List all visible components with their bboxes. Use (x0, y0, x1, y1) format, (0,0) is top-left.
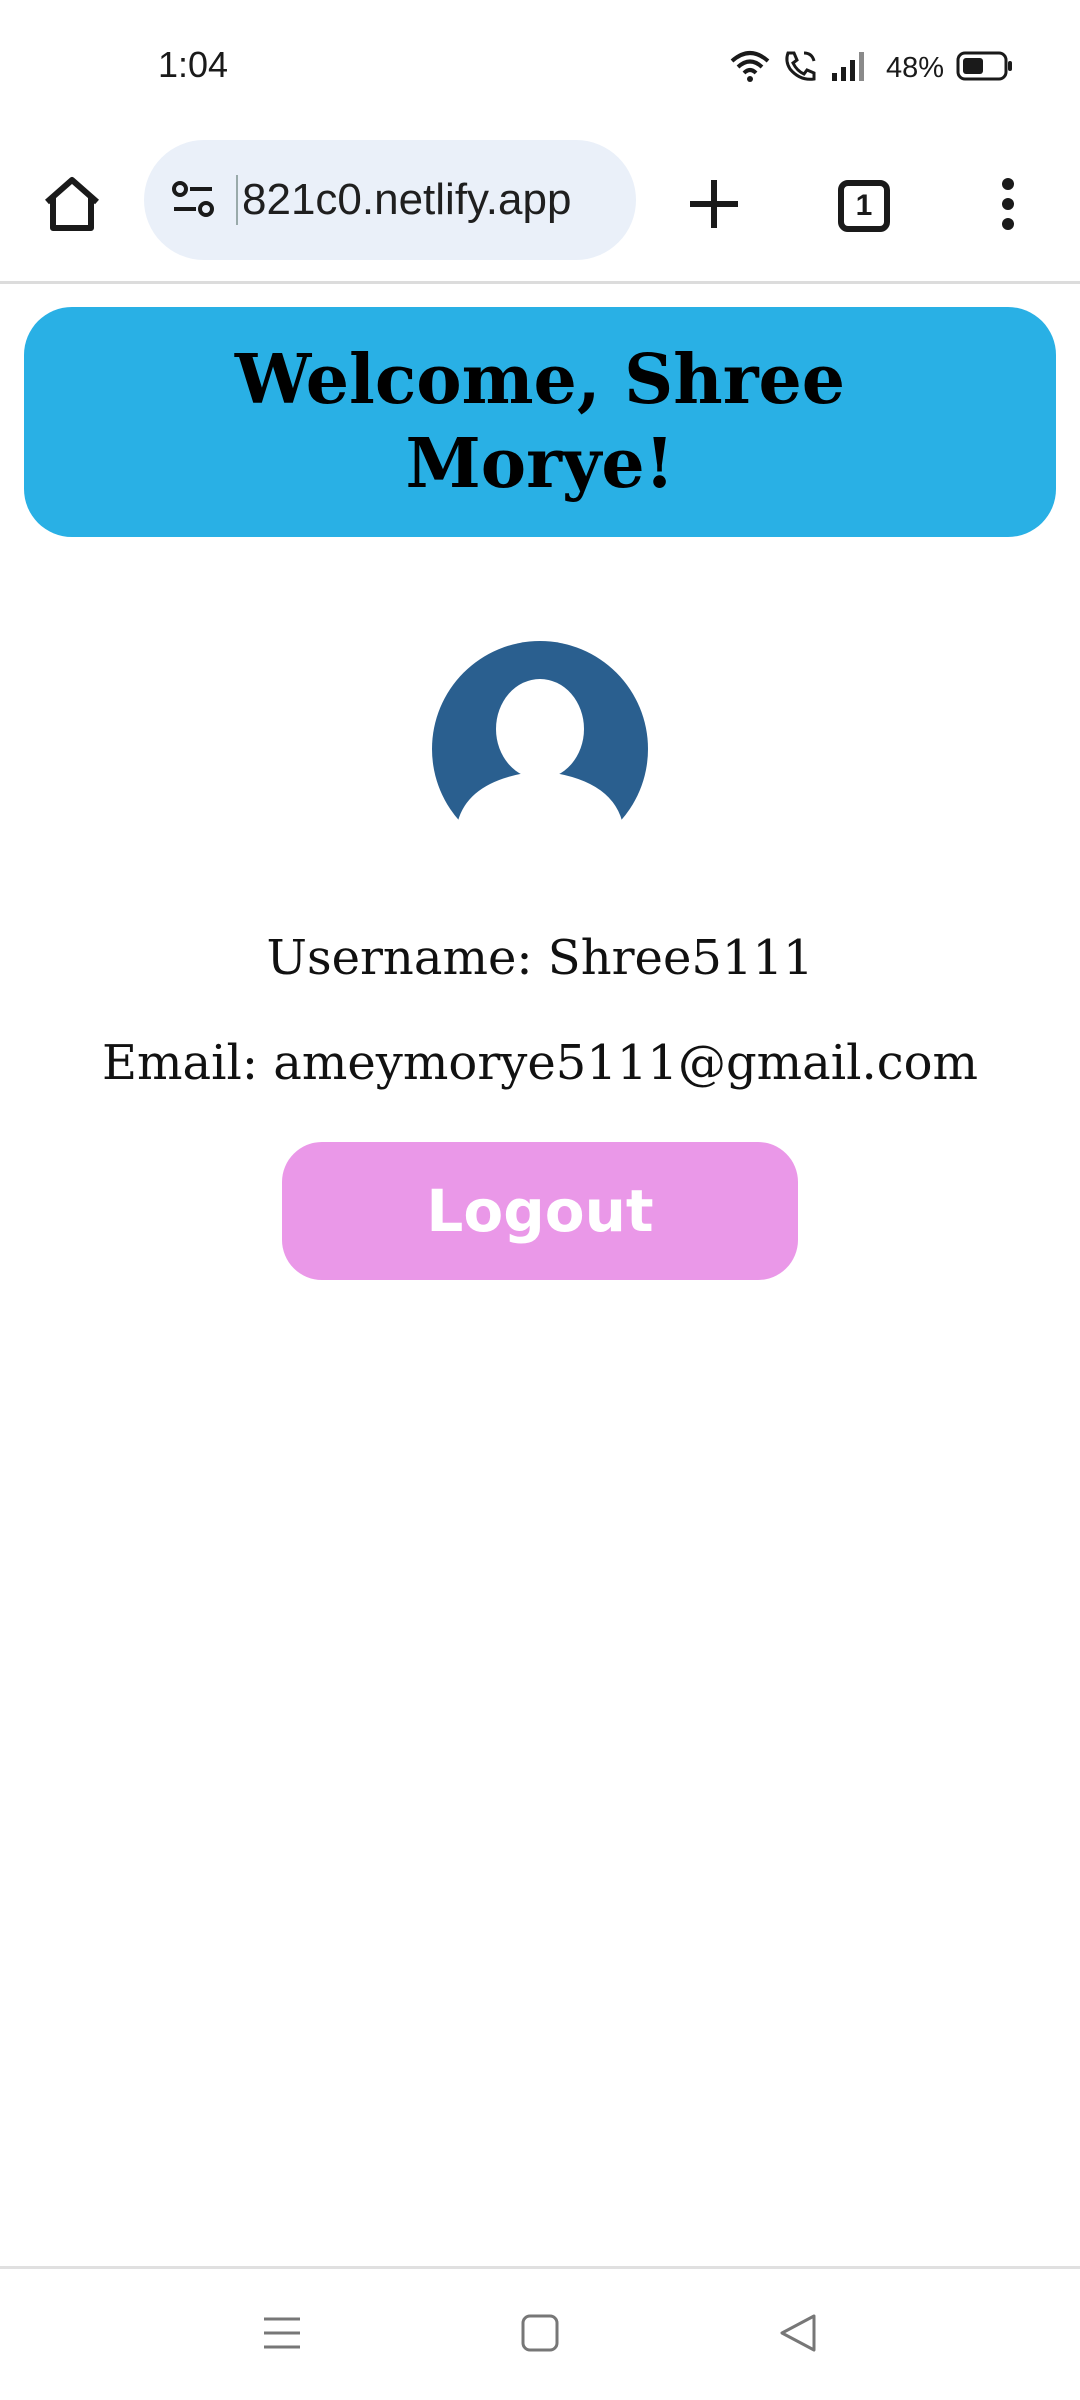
back-button[interactable] (768, 2305, 828, 2365)
recents-button[interactable] (252, 2305, 312, 2365)
logout-button[interactable]: Logout (282, 1142, 798, 1280)
status-time: 1:04 (158, 44, 229, 85)
tabs-icon: 1 (838, 180, 890, 232)
welcome-title: Welcome, Shree Morye! (234, 340, 846, 504)
address-bar[interactable]: 821c0.netlify.app (144, 140, 636, 260)
tab-count: 1 (855, 189, 873, 222)
wifi-calling-icon (782, 49, 818, 88)
more-menu-icon (998, 176, 1018, 237)
status-bar: 1:04 48% (0, 0, 1080, 136)
back-icon (778, 2313, 818, 2358)
new-tab-icon (686, 176, 742, 237)
user-avatar-icon (432, 641, 648, 825)
new-tab-button[interactable] (674, 166, 754, 246)
email-text: Email: ameymorye5111@gmail.com (101, 1035, 979, 1091)
username-text: Username: Shree5111 (266, 930, 814, 986)
signal-icon (830, 49, 868, 88)
recents-icon (262, 2313, 302, 2358)
wifi-icon (730, 49, 770, 88)
avatar (432, 641, 648, 821)
system-nav-bar (0, 2266, 1080, 2400)
home-icon (41, 174, 103, 239)
tabs-button[interactable]: 1 (824, 166, 904, 246)
home-nav-icon (520, 2313, 560, 2358)
welcome-banner: Welcome, Shree Morye! (24, 307, 1056, 537)
browser-toolbar: 821c0.netlify.app 1 (0, 136, 1080, 284)
home-nav-button[interactable] (510, 2305, 570, 2365)
home-button[interactable] (32, 166, 112, 246)
url-text: 821c0.netlify.app (236, 175, 571, 225)
battery-percent: 48% (885, 51, 944, 84)
battery-icon (956, 51, 1014, 86)
status-icons: 48% (730, 46, 1014, 90)
site-settings-icon[interactable] (168, 175, 218, 225)
more-menu-button[interactable] (968, 166, 1048, 246)
